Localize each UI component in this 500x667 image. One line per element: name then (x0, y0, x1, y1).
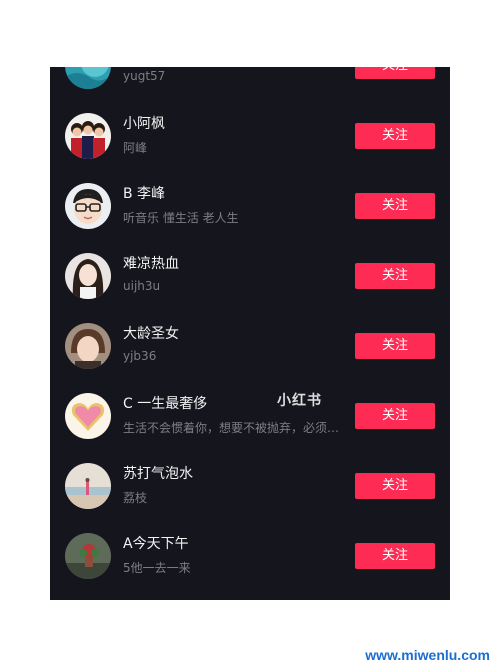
user-name[interactable]: C 一生最奢侈 (123, 393, 207, 413)
user-subtitle: 阿峰 (123, 141, 148, 155)
follow-button[interactable]: 关注 (355, 67, 435, 79)
user-subtitle: 5他一去一来 (123, 561, 191, 575)
user-subtitle: yjb36 (123, 349, 157, 363)
user-name[interactable]: 难凉热血 (123, 253, 179, 273)
user-subtitle: uijh3u (123, 279, 161, 293)
group-photo-avatar[interactable] (65, 113, 111, 159)
user-name[interactable]: 大龄圣女 (123, 323, 179, 343)
portrait-avatar[interactable] (65, 253, 111, 299)
user-name[interactable]: B 李峰 (123, 183, 165, 203)
follow-button[interactable]: 关注 (355, 193, 435, 219)
plant-photo-avatar[interactable] (65, 533, 111, 579)
follow-button[interactable]: 关注 (355, 123, 435, 149)
follow-button[interactable]: 关注 (355, 543, 435, 569)
user-name[interactable]: 小阿枫 (123, 113, 165, 133)
user-subtitle: 荔枝 (123, 491, 148, 505)
user-name[interactable]: A今天下午 (123, 533, 189, 553)
site-watermark: www.miwenlu.com (365, 647, 490, 663)
list-item[interactable]: B 李峰 听音乐 懂生活 老人生 关注 (50, 172, 450, 242)
follow-button[interactable]: 关注 (355, 403, 435, 429)
following-list: yugt57 关注 小阿枫 阿峰 关注 (50, 67, 450, 600)
list-item[interactable]: yugt57 关注 (50, 67, 450, 102)
list-item[interactable]: 大龄圣女 yjb36 关注 (50, 312, 450, 382)
xiaohongshu-watermark: 小红书 (277, 393, 322, 409)
list-item[interactable]: 小阿枫 阿峰 关注 (50, 102, 450, 172)
user-subtitle: 生活不会惯着你，想要不被抛弃，必须自己强大 (123, 421, 348, 435)
user-subtitle: 听音乐 懂生活 老人生 (123, 211, 239, 225)
cartoon-glasses-avatar[interactable] (65, 183, 111, 229)
follow-button[interactable]: 关注 (355, 473, 435, 499)
user-name[interactable]: 苏打气泡水 (123, 463, 193, 483)
ocean-photo-avatar[interactable] (65, 67, 111, 89)
beach-photo-avatar[interactable] (65, 463, 111, 509)
love-heart-avatar[interactable] (65, 393, 111, 439)
list-item[interactable]: 苏打气泡水 荔枝 关注 (50, 452, 450, 522)
list-item[interactable]: 难凉热血 uijh3u 关注 (50, 242, 450, 312)
follow-button[interactable]: 关注 (355, 333, 435, 359)
user-subtitle: yugt57 (123, 69, 166, 83)
list-item[interactable]: A今天下午 5他一去一来 关注 (50, 522, 450, 592)
portrait-avatar[interactable] (65, 323, 111, 369)
follow-button[interactable]: 关注 (355, 263, 435, 289)
list-item[interactable]: C 一生最奢侈 生活不会惯着你，想要不被抛弃，必须自己强大 关注 (50, 382, 450, 452)
